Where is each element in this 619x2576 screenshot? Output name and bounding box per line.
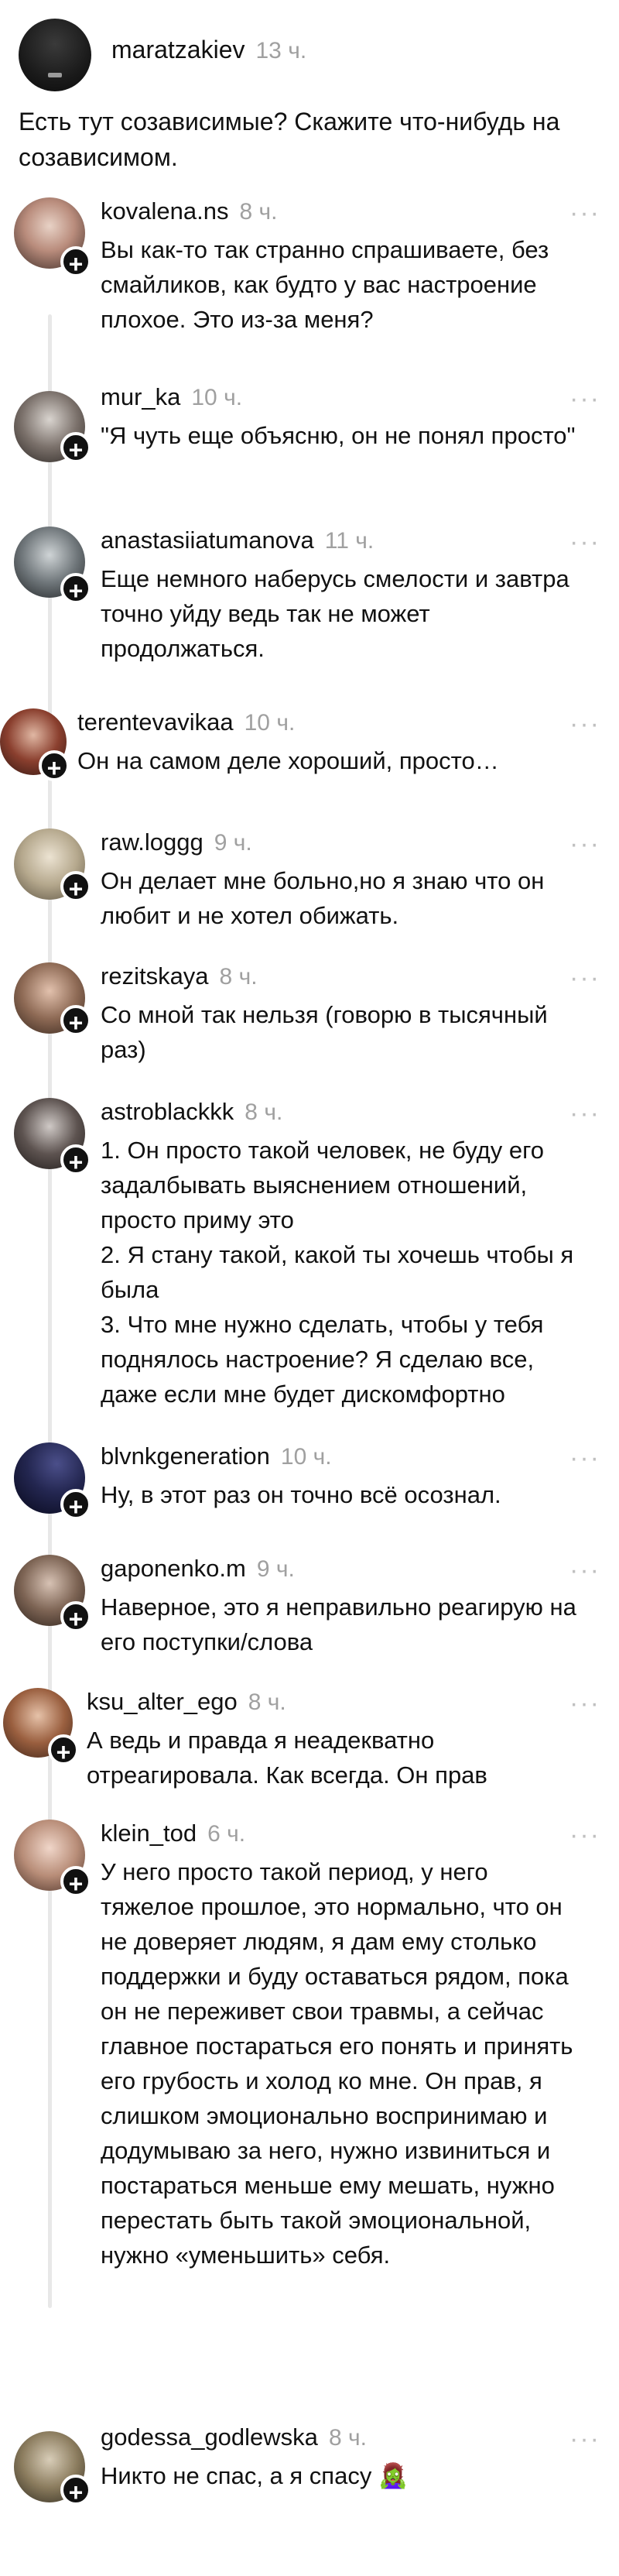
commenter-name[interactable]: ksu_alter_ego [87,1688,238,1715]
post-text: Есть тут созависимые? Скажите что-нибудь… [19,108,560,171]
follow-plus-icon[interactable]: + [60,2475,91,2506]
comment-text: "Я чуть еще объясню, он не понял просто" [101,422,576,449]
follow-plus-icon[interactable]: + [60,871,91,903]
follow-plus-icon[interactable]: + [60,246,91,278]
more-options-icon[interactable]: ··· [569,965,600,991]
comment-text: Он на самом деле хороший, просто… [77,747,499,774]
comment-text: Ну, в этот раз он точно всё осознал. [101,1481,501,1508]
more-options-icon[interactable]: ··· [569,711,600,737]
comment-time: 6 ч. [207,1821,246,1847]
thread-screen: maratzakiev 13 ч. Есть тут созависимые? С… [0,0,619,2576]
more-options-icon[interactable]: ··· [569,200,600,226]
more-options-icon[interactable]: ··· [569,386,600,412]
follow-plus-icon[interactable]: + [60,1601,91,1633]
more-options-icon[interactable]: ··· [569,1822,600,1848]
thread-line [48,314,52,2308]
follow-plus-icon[interactable]: + [60,1005,91,1037]
more-options-icon[interactable]: ··· [569,2426,600,2452]
commenter-name[interactable]: rezitskaya [101,962,209,990]
comment-text: Наверное, это я неправильно реагирую на … [101,1593,576,1655]
commenter-name[interactable]: terentevavikaa [77,708,234,736]
comment-text: Никто не спас, а я спасу 🧟‍♀️ [101,2462,409,2489]
more-options-icon[interactable]: ··· [569,1690,600,1717]
follow-plus-icon[interactable]: + [39,750,70,782]
commenter-name[interactable]: astroblackkk [101,1098,234,1125]
follow-plus-icon[interactable]: + [60,1144,91,1176]
commenter-name[interactable]: klein_tod [101,1820,197,1847]
comment-time: 8 ч. [328,2425,367,2451]
comment-time: 8 ч. [248,1689,286,1715]
comment-time: 9 ч. [214,830,252,856]
commenter-name[interactable]: gaponenko.m [101,1555,246,1582]
comment-time: 11 ч. [324,528,374,554]
comment-text: Еще немного наберусь смелости и завтра т… [101,565,569,662]
comment-text: У него просто такой период, у него тяжел… [101,1858,573,2269]
follow-plus-icon[interactable]: + [60,1489,91,1521]
commenter-name[interactable]: mur_ka [101,383,180,410]
comment-text: Со мной так нельзя (говорю в тысячный ра… [101,1001,548,1063]
author-avatar[interactable] [19,19,91,91]
follow-plus-icon[interactable]: + [48,1734,79,1766]
commenter-name[interactable]: anastasiiatumanova [101,527,314,554]
follow-plus-icon[interactable]: + [60,432,91,464]
comment-text: А ведь и правда я неадекватно отреагиров… [87,1727,487,1789]
follow-plus-icon[interactable]: + [60,573,91,605]
commenter-name[interactable]: kovalena.ns [101,197,228,225]
comment-text: Вы как-то так странно спрашиваете, без с… [101,236,549,333]
more-options-icon[interactable]: ··· [569,529,600,555]
more-options-icon[interactable]: ··· [569,1445,600,1471]
comment-time: 10 ч. [191,385,243,410]
comment-time: 10 ч. [244,710,296,736]
more-options-icon[interactable]: ··· [569,1100,600,1127]
post-time: 13 ч. [255,38,307,63]
more-options-icon[interactable]: ··· [569,831,600,857]
comment-time: 8 ч. [239,199,278,225]
comment-text: 1. Он просто такой человек, не буду его … [101,1137,574,1408]
comment-time: 9 ч. [256,1556,295,1582]
comment-text: Он делает мне больно,но я знаю что он лю… [101,867,545,929]
follow-plus-icon[interactable]: + [60,1866,91,1898]
commenter-name[interactable]: raw.loggg [101,828,203,856]
comment-time: 8 ч. [219,964,258,990]
more-options-icon[interactable]: ··· [569,1557,600,1583]
comment-time: 10 ч. [280,1444,332,1470]
commenter-name[interactable]: blvnkgeneration [101,1442,270,1470]
comment-time: 8 ч. [245,1099,283,1125]
commenter-name[interactable]: godessa_godlewska [101,2423,318,2451]
author-name[interactable]: maratzakiev [111,36,245,63]
